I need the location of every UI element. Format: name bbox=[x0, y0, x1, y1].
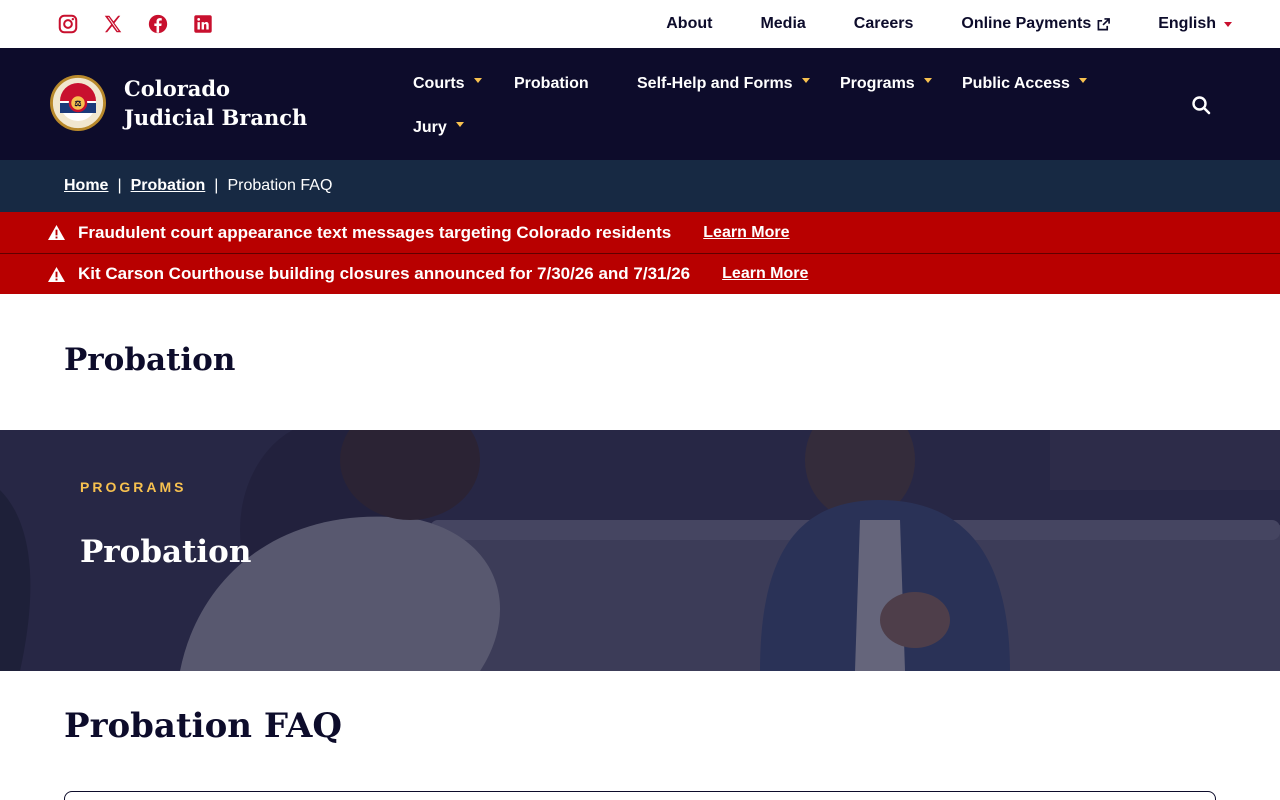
main-navigation: ⚖ Colorado Judicial Branch Courts Probat… bbox=[0, 48, 1280, 160]
nav-courts-label: Courts bbox=[413, 75, 465, 92]
linkedin-icon[interactable] bbox=[191, 12, 215, 36]
chevron-down-icon bbox=[473, 77, 482, 83]
site-brand-name: Colorado Judicial Branch bbox=[124, 76, 308, 130]
chevron-down-icon bbox=[1224, 21, 1232, 27]
utility-links: About Media Careers Online Payments Engl… bbox=[618, 14, 1232, 34]
nav-public-access[interactable]: Public Access bbox=[962, 74, 1087, 94]
chevron-down-icon bbox=[455, 121, 464, 127]
alert-banner: Fraudulent court appearance text message… bbox=[0, 212, 1280, 253]
chevron-down-icon bbox=[923, 77, 932, 83]
breadcrumb: Home | Probation | Probation FAQ bbox=[0, 160, 1280, 212]
colorado-courts-seal-icon: ⚖ bbox=[50, 75, 106, 131]
careers-link[interactable]: Careers bbox=[854, 14, 914, 34]
facebook-icon[interactable] bbox=[146, 12, 170, 36]
hero-eyebrow: PROGRAMS bbox=[80, 479, 187, 495]
nav-self-help-label: Self-Help and Forms bbox=[637, 75, 793, 92]
chevron-down-icon bbox=[801, 77, 810, 83]
x-twitter-icon[interactable] bbox=[101, 12, 125, 36]
alert-learn-more-link[interactable]: Learn More bbox=[703, 224, 789, 242]
warning-icon bbox=[48, 266, 65, 282]
nav-programs[interactable]: Programs bbox=[840, 74, 932, 94]
nav-probation[interactable]: Probation bbox=[514, 74, 589, 94]
faq-accordion[interactable] bbox=[64, 791, 1216, 800]
about-link[interactable]: About bbox=[666, 14, 712, 34]
breadcrumb-probation[interactable]: Probation bbox=[131, 177, 206, 195]
alert-learn-more-link[interactable]: Learn More bbox=[722, 265, 808, 283]
alert-message: Fraudulent court appearance text message… bbox=[78, 222, 672, 242]
media-link[interactable]: Media bbox=[760, 14, 805, 34]
nav-jury-label: Jury bbox=[413, 119, 447, 136]
online-payments-link[interactable]: Online Payments bbox=[961, 14, 1111, 34]
external-link-icon bbox=[1097, 17, 1111, 30]
nav-courts[interactable]: Courts bbox=[413, 74, 482, 94]
page-title: Probation bbox=[64, 342, 236, 378]
search-icon bbox=[1192, 96, 1211, 115]
home-logo-link[interactable]: ⚖ Colorado Judicial Branch bbox=[49, 74, 324, 132]
breadcrumb-home[interactable]: Home bbox=[64, 177, 108, 195]
chevron-down-icon bbox=[1078, 77, 1087, 83]
nav-jury[interactable]: Jury bbox=[413, 118, 464, 138]
breadcrumb-separator: | bbox=[117, 177, 122, 194]
breadcrumb-separator: | bbox=[214, 177, 219, 194]
utility-bar: About Media Careers Online Payments Engl… bbox=[0, 0, 1280, 48]
instagram-icon[interactable] bbox=[56, 12, 80, 36]
hero-title: Probation bbox=[80, 534, 252, 570]
alert-message: Kit Carson Courthouse building closures … bbox=[78, 264, 691, 283]
breadcrumb-current: Probation FAQ bbox=[227, 177, 333, 194]
svg-text:⚖: ⚖ bbox=[74, 98, 81, 108]
language-label: English bbox=[1158, 15, 1216, 32]
social-links bbox=[56, 12, 236, 36]
nav-public-access-label: Public Access bbox=[962, 75, 1070, 92]
search-button[interactable] bbox=[1190, 94, 1212, 116]
warning-icon bbox=[48, 224, 65, 241]
nav-probation-label: Probation bbox=[514, 75, 589, 92]
alert-banner: Kit Carson Courthouse building closures … bbox=[0, 253, 1280, 294]
faq-heading: Probation FAQ bbox=[64, 706, 342, 746]
nav-programs-label: Programs bbox=[840, 75, 915, 92]
nav-self-help-and-forms[interactable]: Self-Help and Forms bbox=[637, 74, 810, 94]
hero-banner: PROGRAMS Probation bbox=[0, 430, 1280, 671]
online-payments-label: Online Payments bbox=[961, 15, 1092, 32]
language-selector[interactable]: English bbox=[1158, 14, 1232, 34]
